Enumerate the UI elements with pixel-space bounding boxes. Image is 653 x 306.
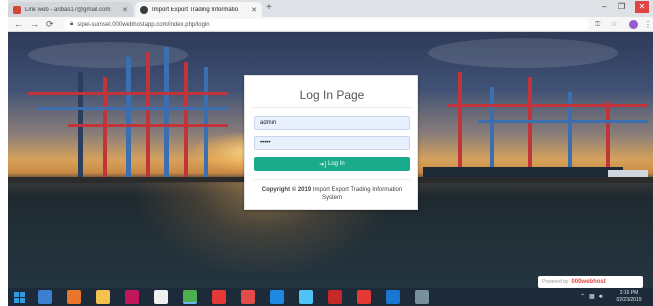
photos-icon[interactable] (125, 290, 139, 304)
crane-boom (478, 120, 648, 123)
screenshot: Link web - aribas17@gmail.com ✕ Import E… (0, 0, 653, 306)
crane-leg (184, 62, 188, 180)
explorer-icon[interactable] (38, 290, 52, 304)
login-card: Log In Page ➜] Log In Copyright © 2019 I… (244, 75, 418, 210)
crane-boom (448, 104, 648, 107)
crane-leg (146, 52, 150, 180)
menu-icon[interactable]: ⋮ (644, 19, 652, 30)
crane-leg (458, 72, 462, 180)
close-tab-icon[interactable]: ✕ (122, 6, 128, 14)
tray-arrow-icon[interactable]: ⌃ (580, 292, 585, 302)
powered-by-prefix: Powered by (542, 279, 569, 285)
notepad-icon[interactable] (154, 290, 168, 304)
sign-in-icon: ➜] (319, 161, 326, 168)
settings-icon[interactable] (415, 290, 429, 304)
clock-date: 02/23/2019 (616, 297, 642, 303)
chrome-icon[interactable] (183, 290, 197, 304)
crane-boom (38, 107, 228, 110)
tab-title: Import Export Trading Informatio (152, 6, 239, 13)
divider (253, 107, 411, 108)
gmail-icon (13, 5, 21, 14)
login-title: Log In Page (299, 88, 365, 102)
copyright-system-name: Import Export Trading Information System (312, 187, 403, 201)
files-icon[interactable] (96, 290, 110, 304)
system-clock[interactable]: 2:16 PM 02/23/2019 (609, 290, 649, 304)
network-icon[interactable]: ▦ (589, 292, 595, 302)
taskbar: ⌃ ▦ 🔊︎ 2:16 PM 02/23/2019 (8, 288, 653, 306)
powered-by-brand: 000webhost (571, 279, 606, 285)
star-icon[interactable]: ☆ (611, 19, 617, 30)
tab-import-export[interactable]: Import Export Trading Informatio ✕ (135, 2, 262, 17)
close-window-button[interactable]: ✕ (635, 1, 649, 13)
powered-by-badge[interactable]: Powered by 000webhost (538, 276, 643, 288)
clock-time: 2:16 PM (619, 290, 639, 296)
opera-icon[interactable] (212, 290, 226, 304)
globe-icon (140, 5, 148, 14)
paint-icon[interactable] (299, 290, 313, 304)
crane-leg (164, 47, 169, 180)
crane-leg (126, 57, 131, 180)
firefox-icon[interactable] (67, 290, 81, 304)
help-icon[interactable] (386, 290, 400, 304)
crane-leg (528, 77, 532, 180)
copyright-prefix: Copyright © 2019 (261, 187, 312, 193)
crane-boom (68, 124, 228, 127)
windows-start-icon[interactable] (14, 292, 25, 303)
lock-icon: 🔒︎ (70, 21, 74, 27)
tab-strip: Link web - aribas17@gmail.com ✕ Import E… (8, 0, 653, 17)
copyright-text: Copyright © 2019 Import Export Trading I… (260, 186, 404, 202)
reload-icon[interactable]: ⟳ (46, 18, 54, 30)
key-icon[interactable]: ⚿ (595, 19, 600, 30)
profile-avatar[interactable] (629, 20, 638, 29)
maximize-button[interactable]: ❐ (618, 1, 625, 13)
address-bar[interactable]: 🔒︎ sipei-sumsel.000webhostapp.com/index.… (64, 19, 589, 30)
minimize-button[interactable]: – (602, 1, 606, 13)
crane-boom (28, 92, 228, 95)
mail-icon[interactable] (357, 290, 371, 304)
address-text: sipei-sumsel.000webhostapp.com/index.php… (77, 21, 210, 28)
browser-toolbar: ← → ⟳ 🔒︎ sipei-sumsel.000webhostapp.com/… (8, 17, 653, 32)
divider (253, 179, 411, 180)
close-tab-icon[interactable]: ✕ (251, 6, 257, 14)
new-tab-button[interactable]: + (266, 2, 272, 14)
forward-icon[interactable]: → (30, 18, 39, 30)
cloud (428, 38, 618, 68)
back-icon[interactable]: ← (14, 18, 23, 30)
login-button[interactable]: ➜] Log In (254, 157, 410, 171)
tab-title: Link web - aribas17@gmail.com (25, 6, 111, 13)
login-button-label: Log In (328, 161, 345, 167)
password-input[interactable] (254, 136, 410, 150)
tab-gmail[interactable]: Link web - aribas17@gmail.com ✕ (8, 2, 133, 17)
ie-icon[interactable] (270, 290, 284, 304)
volume-icon[interactable]: 🔊︎ (599, 292, 603, 302)
matlab-icon[interactable] (328, 290, 342, 304)
vivaldi-icon[interactable] (241, 290, 255, 304)
username-input[interactable] (254, 116, 410, 130)
